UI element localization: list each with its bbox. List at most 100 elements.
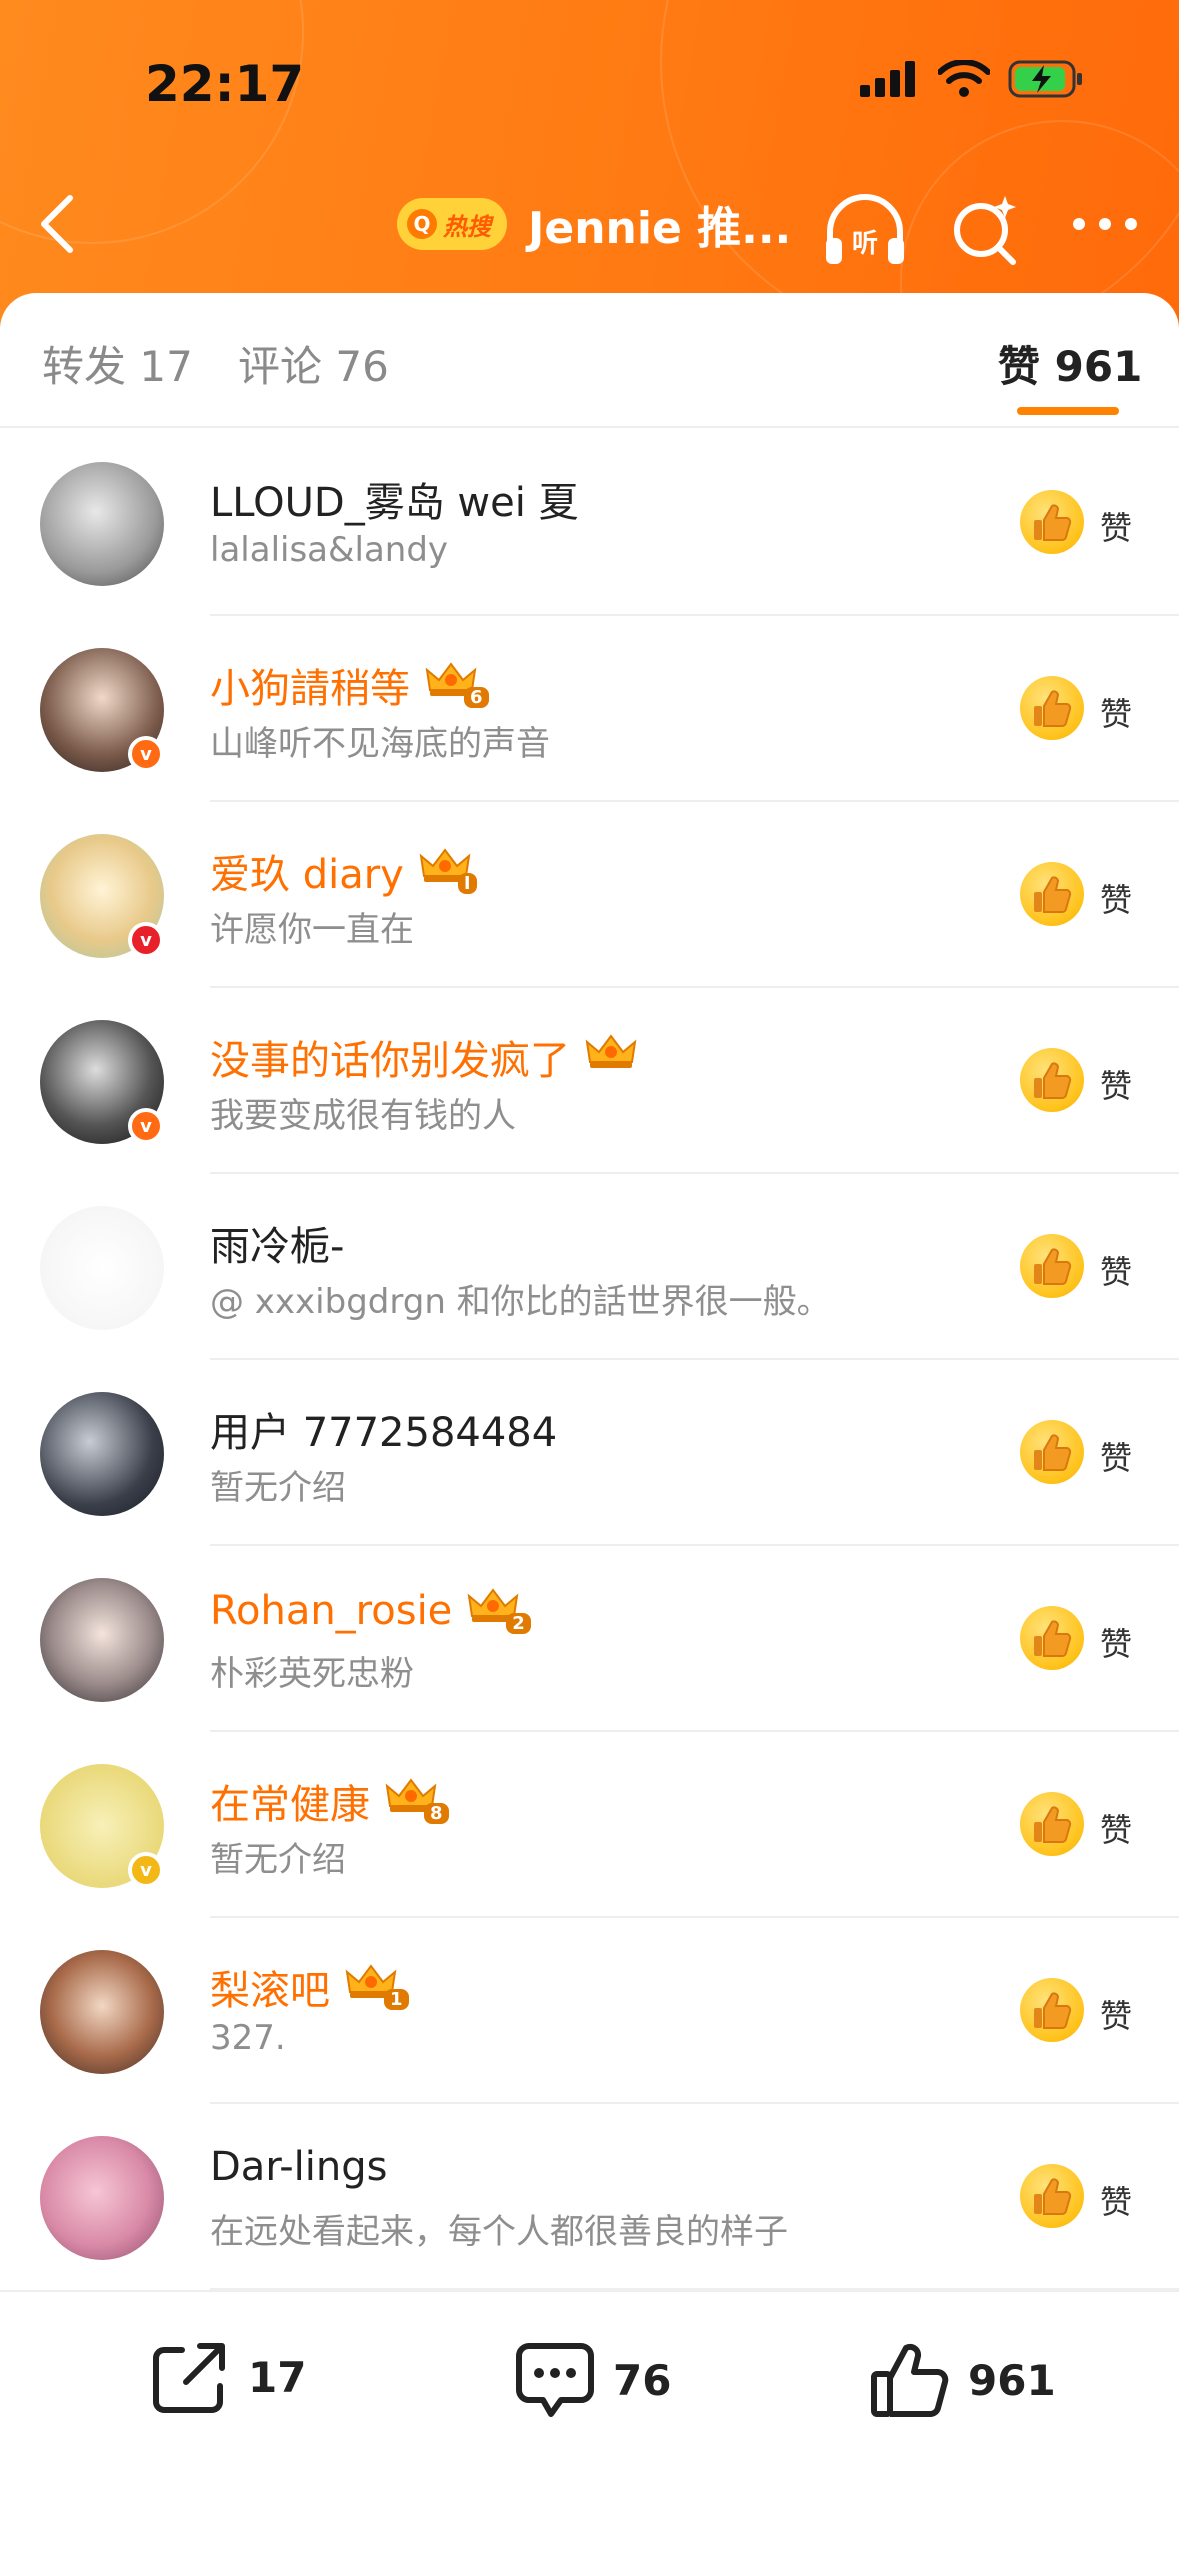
avatar[interactable] <box>40 2136 164 2260</box>
user-bio: lalalisa&landy <box>210 530 449 570</box>
user-name-line[interactable]: 爱玖 diary I <box>210 842 477 900</box>
user-name-line[interactable]: Dar-lings <box>210 2144 387 2190</box>
user-bio: 暂无介绍 <box>210 1468 346 1508</box>
avatar[interactable] <box>40 1392 164 1516</box>
search-icon: Q <box>407 209 437 239</box>
comment-icon <box>516 2343 594 2417</box>
back-arrow-icon[interactable] <box>30 188 90 260</box>
user-name: Rohan_rosie <box>210 1588 453 1634</box>
divider <box>0 426 1179 428</box>
thumbs-up-icon[interactable] <box>1020 1420 1084 1484</box>
user-bio: 327. <box>210 2018 286 2058</box>
user-name: 梨滚吧 <box>210 1968 330 2014</box>
thumbs-up-icon <box>871 2343 949 2417</box>
user-bio: 许愿你一直在 <box>210 910 414 950</box>
thumbs-up-icon[interactable] <box>1020 1792 1084 1856</box>
search-sparkle-icon[interactable] <box>945 190 1025 270</box>
list-item[interactable]: v 小狗請稍等 6 山峰听不见海底的声音 赞 <box>0 616 1179 802</box>
thumbs-up-icon[interactable] <box>1020 862 1084 926</box>
thumbs-up-icon[interactable] <box>1020 676 1084 740</box>
like-label: 赞 <box>1100 1997 1133 2035</box>
vip-crown-icon <box>584 1032 638 1082</box>
tab-comments[interactable]: 评论 76 <box>238 333 389 394</box>
comment-count: 76 <box>613 2355 672 2405</box>
thumbs-up-icon[interactable] <box>1020 1234 1084 1298</box>
thumbs-up-icon[interactable] <box>1020 490 1084 554</box>
thumbs-up-icon[interactable] <box>1020 1606 1084 1670</box>
like-label: 赞 <box>1100 1067 1133 1105</box>
list-item[interactable]: v 爱玖 diary I 许愿你一直在 赞 <box>0 802 1179 988</box>
user-name: Dar-lings <box>210 2144 388 2190</box>
user-bio: 暂无介绍 <box>210 1840 346 1880</box>
list-item[interactable]: Rohan_rosie 2 朴彩英死忠粉 赞 <box>0 1546 1179 1732</box>
verified-badge-icon: v <box>128 736 164 772</box>
vip-level: I <box>457 872 477 894</box>
user-name-line[interactable]: 小狗請稍等 6 <box>210 656 489 714</box>
like-label: 赞 <box>1100 1253 1133 1291</box>
avatar[interactable] <box>40 1578 164 1702</box>
user-name-line[interactable]: 在常健康 8 <box>210 1772 449 1830</box>
cellular-signal-icon <box>860 61 915 97</box>
avatar[interactable] <box>40 462 164 586</box>
list-item[interactable]: Dar-lings 在远处看起来，每个人都很善良的样子 赞 <box>0 2104 1179 2290</box>
more-icon[interactable] <box>1065 190 1145 270</box>
like-label: 赞 <box>1100 695 1133 733</box>
user-bio: 我要变成很有钱的人 <box>210 1096 516 1136</box>
comment-button[interactable]: 76 <box>515 2340 671 2420</box>
like-count: 961 <box>968 2355 1056 2405</box>
user-name-line[interactable]: 用户 7772584484 <box>210 1400 557 1458</box>
verified-badge-icon: v <box>128 922 164 958</box>
user-name: 没事的话你别发疯了 <box>210 1038 570 1084</box>
user-bio: 山峰听不见海底的声音 <box>210 724 550 764</box>
user-name-line[interactable]: 雨冷栀- <box>210 1214 344 1272</box>
thumbs-up-icon[interactable] <box>1020 2164 1084 2228</box>
verified-badge-icon: v <box>128 1108 164 1144</box>
active-tab-indicator <box>1017 407 1119 415</box>
hot-search-badge[interactable]: Q 热搜 <box>397 198 507 250</box>
vip-level: 2 <box>506 1612 531 1634</box>
vip-level: 1 <box>384 1988 409 2010</box>
hot-search-label: 热搜 <box>443 212 491 241</box>
listen-headphones-icon[interactable]: 听 <box>820 190 910 270</box>
like-label: 赞 <box>1100 509 1133 547</box>
tab-repost[interactable]: 转发 17 <box>42 333 193 394</box>
user-name-line[interactable]: 没事的话你别发疯了 <box>210 1028 638 1086</box>
page-title: Jennie 推... <box>528 203 792 254</box>
user-bio: 在远处看起来，每个人都很善良的样子 <box>210 2212 788 2252</box>
tab-likes[interactable]: 赞 961 <box>998 333 1142 394</box>
list-item[interactable]: v 在常健康 8 暂无介绍 赞 <box>0 1732 1179 1918</box>
svg-text:听: 听 <box>852 229 878 259</box>
user-name-line[interactable]: LLOUD_雾岛 wei 夏 <box>210 470 579 528</box>
user-name-line[interactable]: Rohan_rosie 2 <box>210 1586 531 1636</box>
like-button[interactable]: 961 <box>870 2340 1056 2420</box>
thumbs-up-icon[interactable] <box>1020 1048 1084 1112</box>
user-name: 小狗請稍等 <box>210 666 410 712</box>
vip-level: 6 <box>464 686 489 708</box>
share-icon <box>153 2343 225 2413</box>
bottom-action-bar: 17 76 961 <box>0 2290 1179 2558</box>
wifi-icon <box>938 60 990 97</box>
like-label: 赞 <box>1100 881 1133 919</box>
list-item[interactable]: 梨滚吧 1 327. 赞 <box>0 1918 1179 2104</box>
tab-bar: 转发 17 评论 76 赞 961 <box>0 293 1179 423</box>
avatar[interactable] <box>40 1206 164 1330</box>
top-header: 22:17 Q 热搜 Jennie 推... 听 <box>0 0 1179 330</box>
repost-count: 17 <box>248 2352 307 2402</box>
status-icons <box>860 60 1084 98</box>
like-label: 赞 <box>1100 2183 1133 2221</box>
list-item[interactable]: v 没事的话你别发疯了我要变成很有钱的人 赞 <box>0 988 1179 1174</box>
thumbs-up-icon[interactable] <box>1020 1978 1084 2042</box>
user-name-line[interactable]: 梨滚吧 1 <box>210 1958 409 2016</box>
avatar[interactable] <box>40 1950 164 2074</box>
like-label: 赞 <box>1100 1439 1133 1477</box>
like-label: 赞 <box>1100 1811 1133 1849</box>
list-item[interactable]: LLOUD_雾岛 wei 夏 lalalisa&landy 赞 <box>0 430 1179 616</box>
list-item[interactable]: 用户 7772584484 暂无介绍 赞 <box>0 1360 1179 1546</box>
user-name: 在常健康 <box>210 1782 370 1828</box>
list-item[interactable]: 雨冷栀- @ xxxibgdrgn 和你比的話世界很一般。 赞 <box>0 1174 1179 1360</box>
user-name: 爱玖 diary <box>210 852 404 898</box>
battery-charging-icon <box>1008 60 1082 98</box>
repost-button[interactable]: 17 <box>150 2340 306 2414</box>
user-bio: 朴彩英死忠粉 <box>210 1654 414 1694</box>
status-time: 22:17 <box>145 55 305 113</box>
